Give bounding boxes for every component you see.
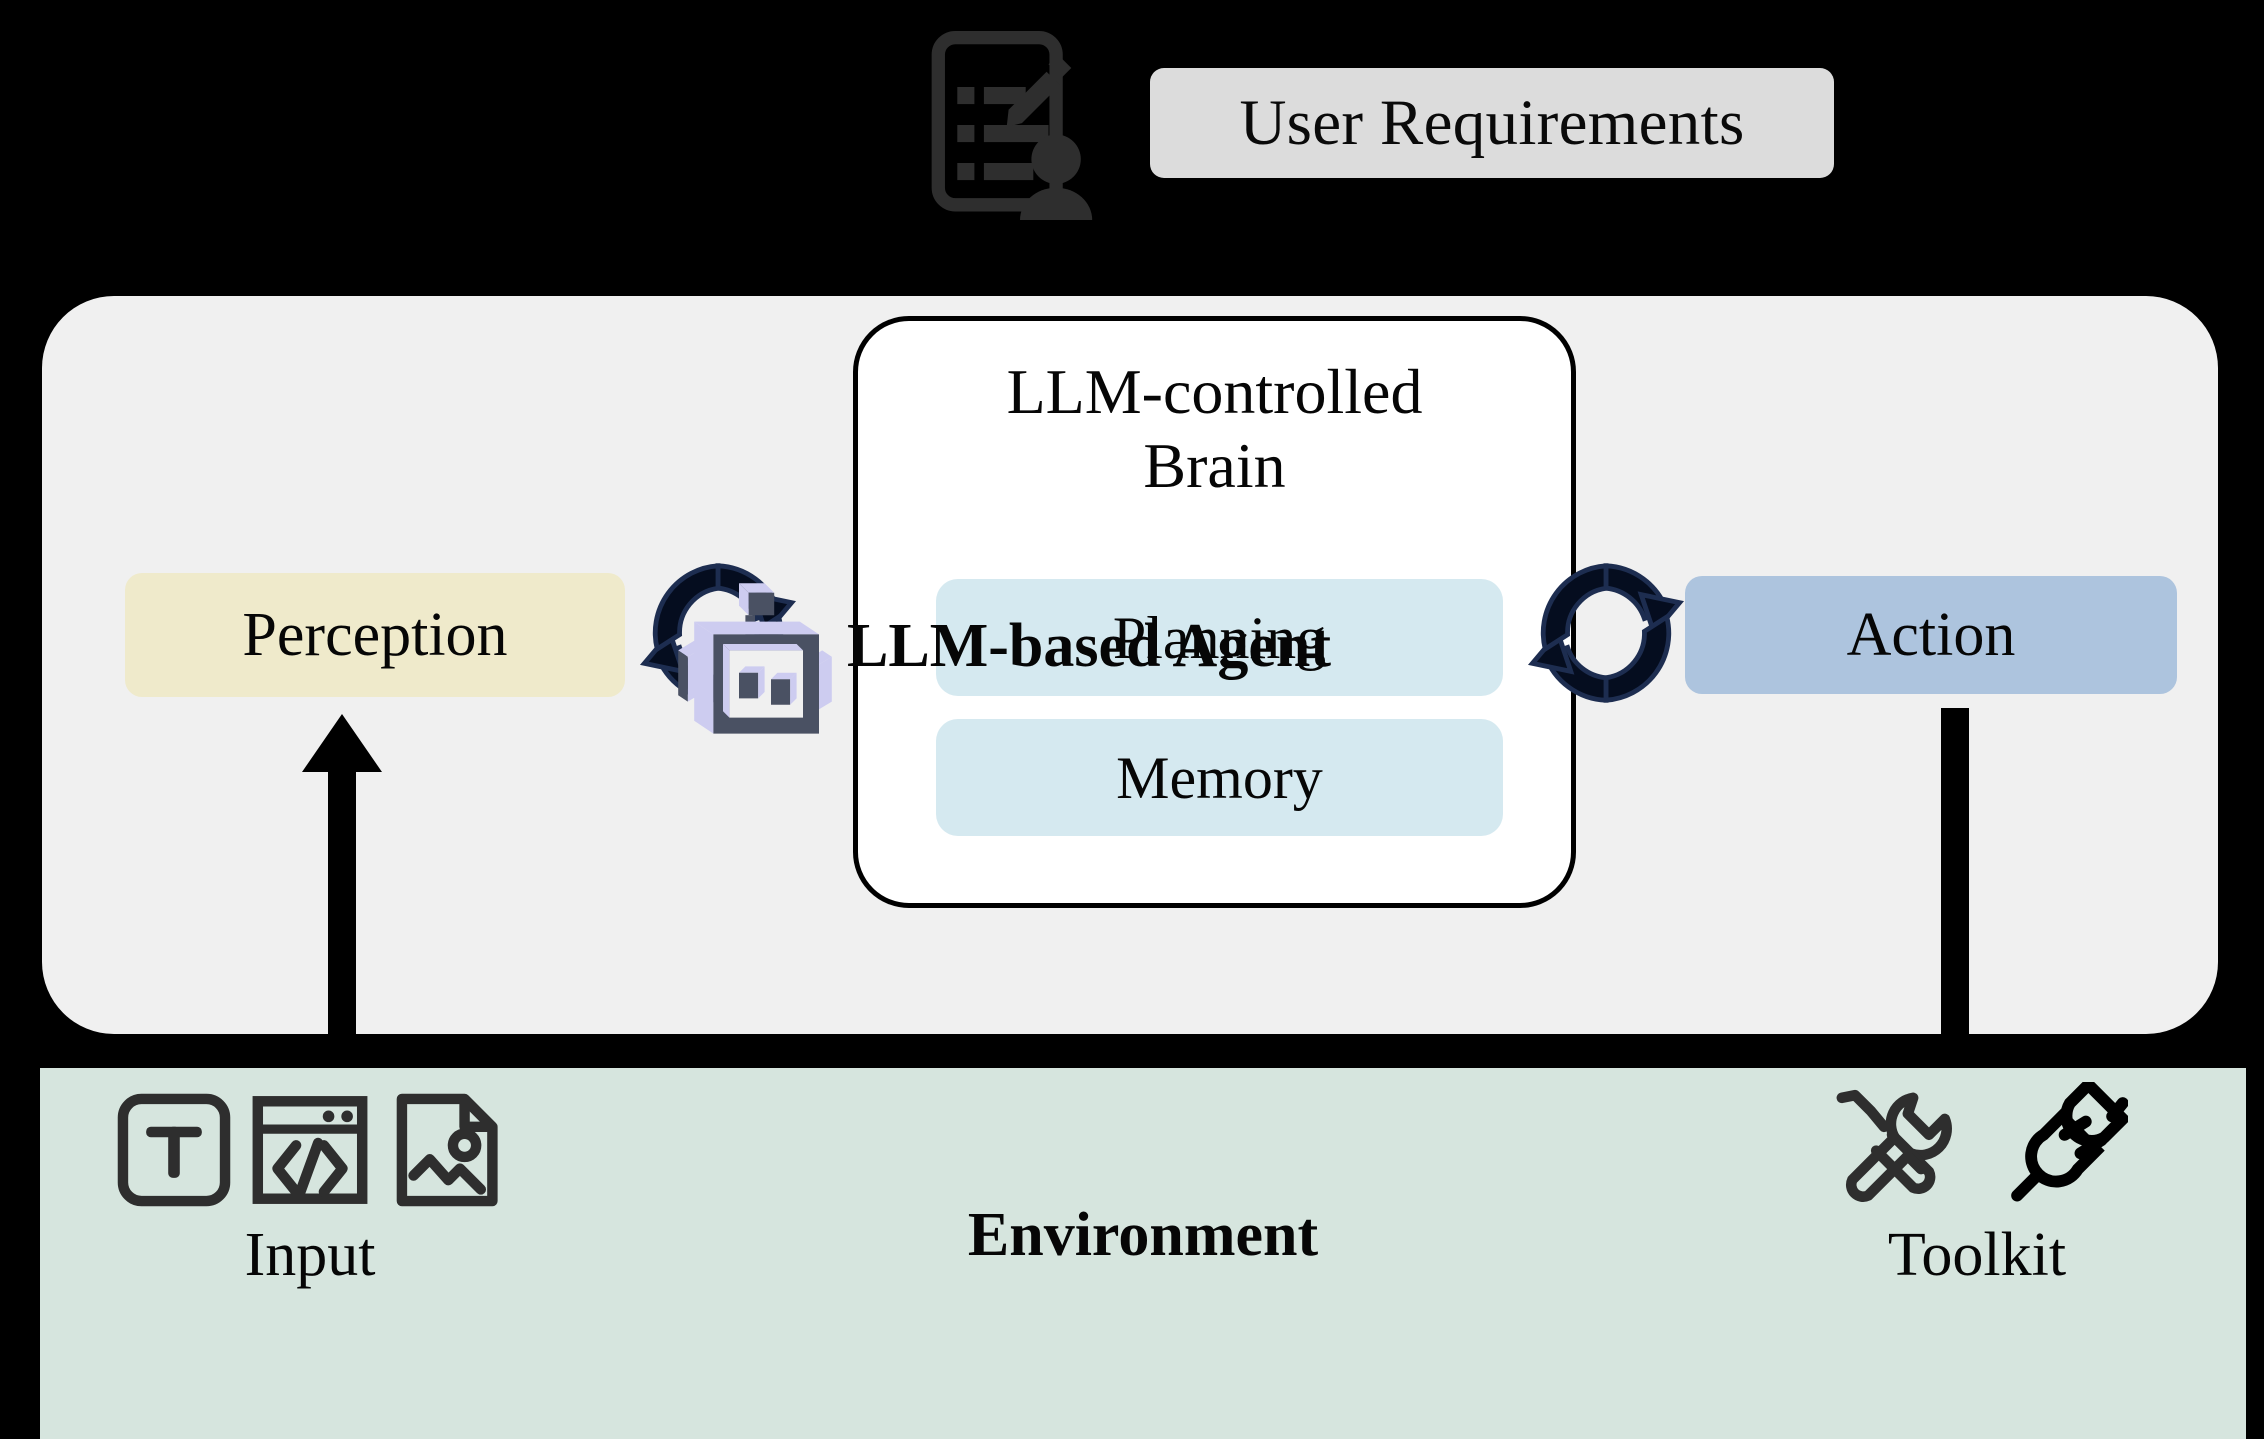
action-to-environment-arrow: [1905, 708, 2005, 1088]
perception-label: Perception: [242, 601, 508, 669]
action-module[interactable]: Action: [1685, 576, 2177, 694]
cycle-arrows-icon-right: [1526, 553, 1686, 713]
plug-connector-icon: [1996, 1076, 2132, 1214]
llm-based-agent-label: LLM-based Agent: [847, 612, 1331, 680]
toolkit-label: Toolkit: [1887, 1221, 2067, 1289]
input-label: Input: [244, 1221, 376, 1289]
requirements-document-icon: [920, 30, 1120, 220]
brain-module-memory-label: Memory: [1116, 744, 1323, 811]
user-requirements-label: User Requirements: [1239, 86, 1745, 159]
image-file-icon: [388, 1092, 504, 1208]
input-icons: [100, 1092, 520, 1208]
user-requirements-pill: User Requirements: [1150, 68, 1834, 178]
brain-title-line-2: Brain: [1143, 430, 1286, 502]
diagram-canvas: User Requirements Perception LLM-control…: [0, 0, 2264, 1439]
user-requirements-group: User Requirements: [920, 22, 1840, 220]
perception-module[interactable]: Perception: [125, 573, 625, 697]
action-label: Action: [1846, 601, 2016, 669]
toolkit-icons: [1762, 1076, 2192, 1214]
brain-title: LLM-controlled Brain: [858, 355, 1571, 503]
brain-module-memory[interactable]: Memory: [936, 719, 1503, 836]
toolkit-group: Toolkit: [1762, 1076, 2192, 1289]
environment-to-perception-arrow: [292, 714, 392, 1094]
code-window-icon: [252, 1092, 368, 1208]
environment-container: Environment Input Toolkit: [40, 1068, 2246, 1439]
robot-icon: [674, 580, 836, 740]
brain-title-line-1: LLM-controlled: [1006, 356, 1423, 427]
text-input-icon: [116, 1092, 232, 1208]
input-group: Input: [100, 1092, 520, 1286]
wrench-screwdriver-icon: [1826, 1082, 1958, 1214]
